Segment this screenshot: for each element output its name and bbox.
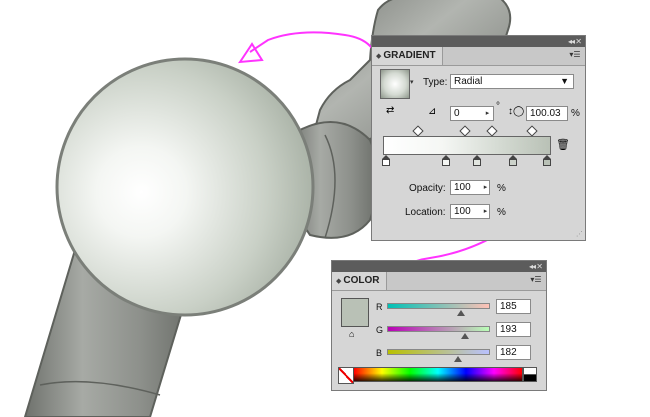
type-label: Type:: [423, 77, 448, 88]
stop-color-icon: ⌂: [349, 329, 355, 339]
tab-gradient[interactable]: ◆ GRADIENT: [372, 47, 443, 65]
midpoint-diamond-3[interactable]: [486, 125, 498, 137]
b-value: 182: [500, 347, 517, 358]
tab-color-label: COLOR: [343, 275, 380, 286]
r-label: R: [376, 302, 383, 312]
g-slider-thumb[interactable]: [461, 333, 469, 339]
none-color-icon[interactable]: [338, 367, 354, 384]
b-label: B: [376, 348, 383, 358]
b-field[interactable]: 182: [496, 345, 531, 360]
angle-unit: °: [496, 101, 500, 112]
color-panel-titlebar[interactable]: ◂◂ ✕: [332, 261, 546, 272]
color-stop-2[interactable]: [442, 155, 450, 166]
location-label: Location:: [405, 207, 446, 218]
location-value: 100: [454, 206, 471, 217]
gradient-preview-dropdown-icon[interactable]: ▾: [410, 69, 418, 97]
gradient-panel: ◂◂ ✕ ◆ GRADIENT ▾☰ ▾ Type: Radial ▼ ⇄ ⊿ 0…: [371, 35, 586, 241]
annotation-arrow-top: [249, 31, 380, 73]
type-select-value: Radial: [454, 76, 483, 87]
aspect-ratio-value: 100.03: [530, 108, 561, 119]
r-field[interactable]: 185: [496, 299, 531, 314]
location-spinner[interactable]: ▸: [481, 205, 490, 218]
g-field[interactable]: 193: [496, 322, 531, 337]
opacity-percent: %: [497, 183, 506, 194]
opacity-value: 100: [454, 182, 471, 193]
angle-icon: ⊿: [428, 106, 437, 117]
b-slider-thumb[interactable]: [454, 356, 462, 362]
color-stop-4[interactable]: [509, 155, 517, 166]
r-value: 185: [500, 301, 517, 312]
collapse-icon[interactable]: ◂◂ ✕: [568, 37, 582, 46]
opacity-label: Opacity:: [409, 183, 446, 194]
color-tab-toggle-icon[interactable]: ◆: [336, 278, 341, 285]
aspect-unit: %: [571, 108, 580, 119]
resize-grip-icon[interactable]: ⋰: [576, 230, 583, 238]
gradient-preview-swatch[interactable]: [380, 69, 410, 99]
gradient-panel-titlebar[interactable]: ◂◂ ✕: [372, 36, 585, 47]
reverse-gradient-icon[interactable]: ⇄: [386, 105, 398, 117]
delete-stop-icon[interactable]: 🗑: [556, 138, 570, 152]
aspect-ratio-icon: ↕◯: [508, 106, 525, 117]
midpoint-diamond-1[interactable]: [412, 125, 424, 137]
opacity-spinner[interactable]: ▸: [481, 181, 490, 194]
color-tab-row: ◆ COLOR ▾☰: [332, 272, 546, 291]
aspect-ratio-field[interactable]: 100.03: [526, 106, 568, 121]
location-percent: %: [497, 207, 506, 218]
color-spectrum-ramp[interactable]: [353, 367, 523, 382]
b-slider[interactable]: [387, 349, 490, 355]
r-slider[interactable]: [387, 303, 490, 309]
gradient-tab-row: ◆ GRADIENT ▾☰: [372, 47, 585, 66]
midpoint-diamond-2[interactable]: [459, 125, 471, 137]
chevron-down-icon: ▼: [560, 76, 569, 86]
angle-value: 0: [454, 108, 460, 119]
color-stop-1[interactable]: [382, 155, 390, 166]
panel-menu-icon[interactable]: ▾☰: [569, 50, 581, 60]
radial-gradient-ball: [55, 57, 315, 317]
tab-color[interactable]: ◆ COLOR: [332, 272, 387, 290]
black-swatch[interactable]: [523, 374, 537, 382]
color-collapse-icon[interactable]: ◂◂ ✕: [529, 262, 543, 271]
color-panel-menu-icon[interactable]: ▾☰: [530, 275, 542, 285]
color-panel: ◂◂ ✕ ◆ COLOR ▾☰ ⌂ R 185 G 193 B 182: [331, 260, 547, 391]
g-value: 193: [500, 324, 517, 335]
fill-color-swatch[interactable]: [341, 298, 369, 327]
g-label: G: [376, 325, 384, 335]
tab-gradient-label: GRADIENT: [383, 50, 436, 61]
angle-spinner[interactable]: ▸: [483, 107, 492, 120]
gradient-ramp-slider[interactable]: [383, 136, 551, 155]
r-slider-thumb[interactable]: [457, 310, 465, 316]
type-select[interactable]: Radial ▼: [450, 74, 574, 89]
midpoint-diamond-4[interactable]: [526, 125, 538, 137]
color-stop-3[interactable]: [473, 155, 481, 166]
g-slider[interactable]: [387, 326, 490, 332]
tab-toggle-icon[interactable]: ◆: [376, 53, 381, 60]
color-stop-selected[interactable]: [543, 155, 551, 166]
